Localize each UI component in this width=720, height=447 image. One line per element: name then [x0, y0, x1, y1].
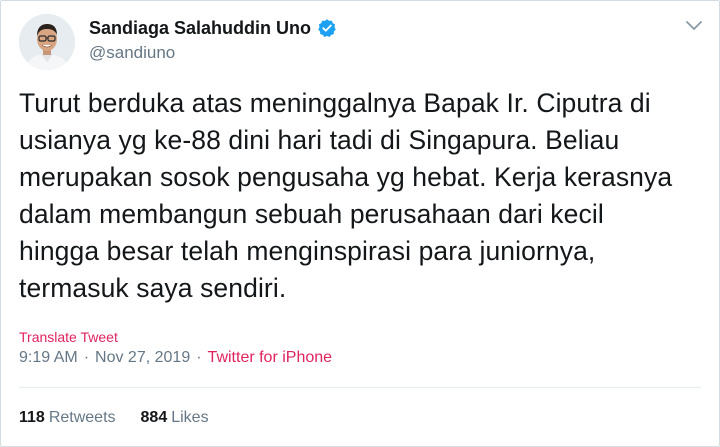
retweets-stat[interactable]: 118 Retweets — [19, 408, 116, 428]
verified-badge-icon — [317, 18, 337, 38]
author-name[interactable]: Sandiaga Salahuddin Uno — [89, 17, 311, 39]
likes-label: Likes — [171, 409, 209, 426]
tweet-source-link[interactable]: Twitter for iPhone — [208, 348, 333, 368]
author-handle[interactable]: @sandiuno — [89, 43, 175, 63]
tweet-time[interactable]: 9:19 AM — [19, 348, 78, 368]
tweet-meta: 9:19 AM · Nov 27, 2019 · Twitter for iPh… — [19, 348, 332, 368]
meta-separator: · — [83, 349, 90, 366]
tweet-card: Sandiaga Salahuddin Uno @sandiuno Turut … — [0, 0, 720, 447]
stats-divider — [19, 387, 701, 388]
tweet-date[interactable]: Nov 27, 2019 — [95, 348, 190, 368]
tweet-text: Turut berduka atas meninggalnya Bapak Ir… — [19, 88, 673, 303]
meta-separator: · — [196, 349, 202, 366]
chevron-down-icon[interactable] — [685, 19, 703, 33]
likes-count: 884 — [140, 409, 168, 426]
retweets-count: 118 — [19, 409, 45, 426]
likes-stat[interactable]: 884 Likes — [141, 408, 209, 428]
avatar[interactable] — [19, 14, 75, 70]
translate-tweet-link[interactable]: Translate Tweet — [19, 328, 118, 346]
author-name-row: Sandiaga Salahuddin Uno — [89, 17, 337, 39]
avatar-photo-icon — [19, 14, 75, 70]
retweets-label: Retweets — [48, 409, 116, 426]
tweet-stats: 118 Retweets 884 Likes — [19, 408, 209, 428]
